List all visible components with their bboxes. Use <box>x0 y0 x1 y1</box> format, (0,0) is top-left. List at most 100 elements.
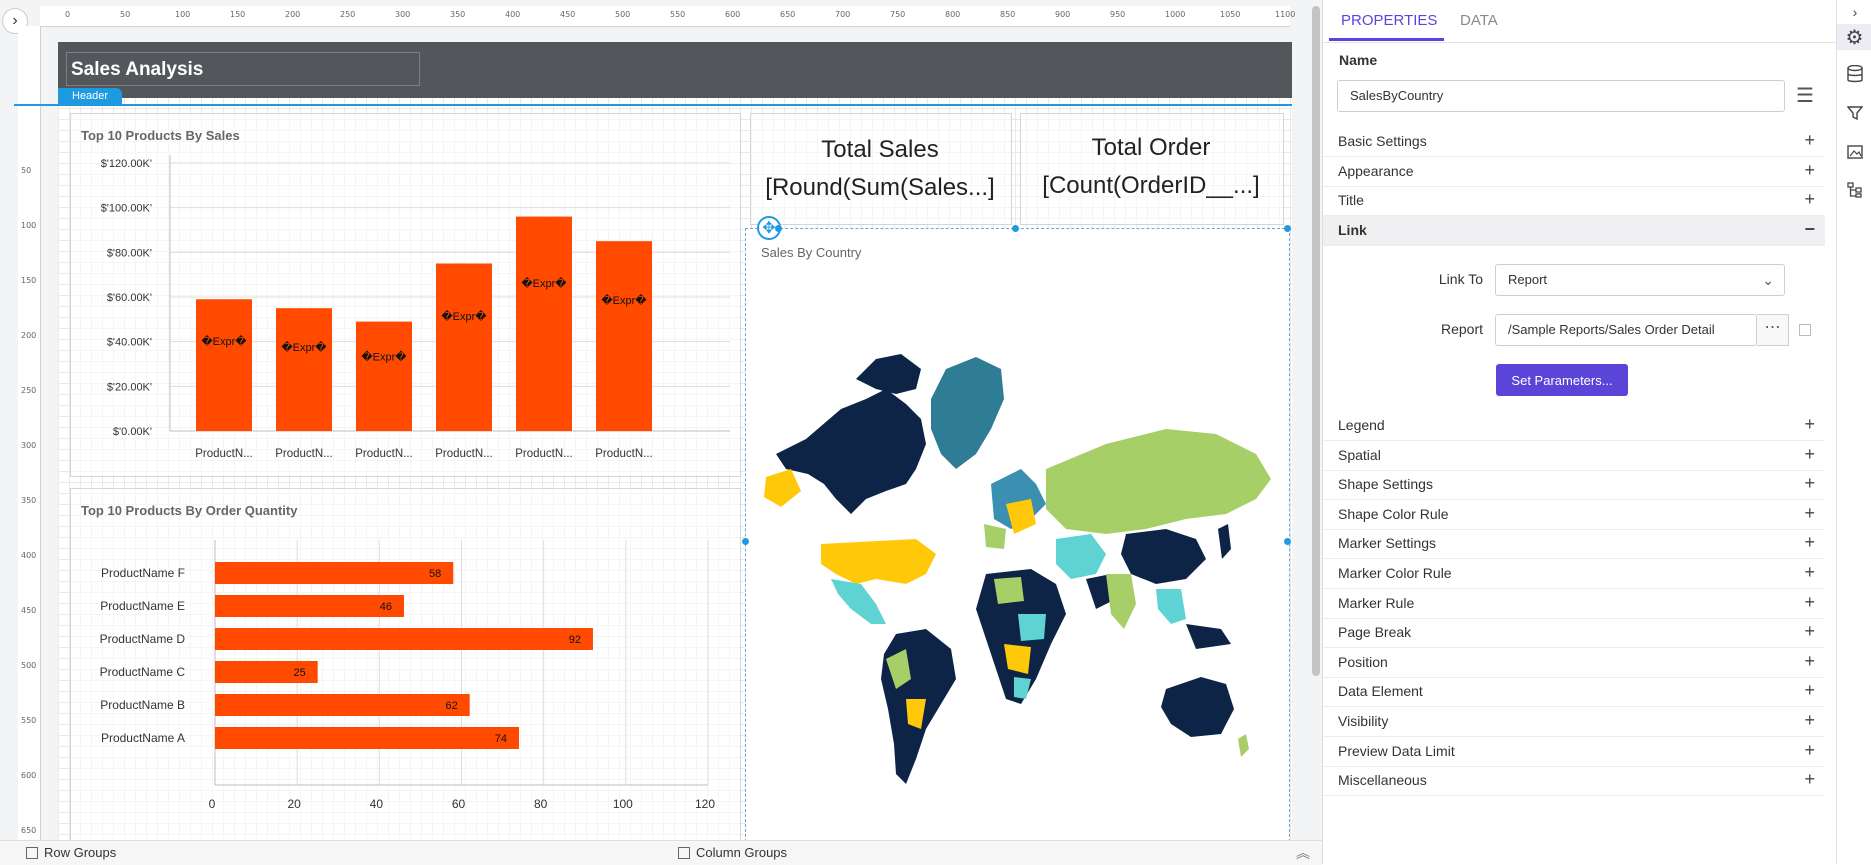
grouping-bar: Row Groups Column Groups ︽ <box>0 840 1322 865</box>
x-tick-label: ProductN... <box>355 448 413 460</box>
bar-data-label: �Expr� <box>441 309 487 323</box>
column-groups-toggle[interactable]: Column Groups <box>678 845 787 860</box>
total-order-panel[interactable] <box>1020 113 1284 225</box>
quantity-bar <box>215 628 593 650</box>
sales-bar-chart[interactable]: $'120.00K' $'100.00K' $'80.00K' $'60.00K' $'… <box>70 113 739 475</box>
section-label: Shape Color Rule <box>1338 505 1449 522</box>
total-sales-title: Total Sales <box>821 136 939 163</box>
sales-bar <box>356 321 412 431</box>
y-tick-label: ProductName D <box>100 632 186 646</box>
row-groups-label: Row Groups <box>44 845 117 860</box>
section-legend[interactable]: Legend + <box>1323 411 1825 441</box>
name-input[interactable]: SalesByCountry <box>1337 80 1785 112</box>
hierarchy-icon[interactable] <box>1843 178 1867 202</box>
expand-icon: + <box>1804 621 1815 642</box>
section-appearance[interactable]: Appearance + <box>1323 157 1825 187</box>
ruler-tick-label: 600 <box>725 10 741 19</box>
section-label: Legend <box>1338 417 1385 433</box>
quantity-bar <box>215 562 454 584</box>
tab-properties[interactable]: PROPERTIES <box>1341 12 1437 29</box>
quantity-bar <box>215 727 520 749</box>
resize-handle-e[interactable] <box>1284 538 1291 545</box>
x-tick-label: ProductN... <box>595 448 653 460</box>
section-shape-settings[interactable]: Shape Settings + <box>1323 470 1825 501</box>
section-spatial[interactable]: Spatial + <box>1323 441 1825 471</box>
report-checkbox[interactable] <box>1799 324 1811 336</box>
section-label: Miscellaneous <box>1338 772 1427 789</box>
ruler-tick-label: 700 <box>835 10 851 19</box>
browse-report-button[interactable]: ⋯ <box>1757 314 1789 346</box>
ruler-tick-label: 1100 <box>1275 10 1296 19</box>
ruler-tick-label: 650 <box>780 10 796 19</box>
section-miscellaneous[interactable]: Miscellaneous + <box>1323 766 1825 797</box>
ruler-tick-label: 500 <box>615 10 631 19</box>
image-settings-icon[interactable] <box>1843 140 1867 164</box>
section-visibility[interactable]: Visibility + <box>1323 707 1825 737</box>
section-title[interactable]: Title + <box>1323 186 1825 217</box>
ruler-tick-label: 850 <box>1000 10 1016 19</box>
resize-handle-w[interactable] <box>742 538 749 545</box>
list-icon[interactable]: ☰ <box>1791 84 1819 108</box>
section-marker-settings[interactable]: Marker Settings + <box>1323 529 1825 560</box>
section-basic-settings[interactable]: Basic Settings + <box>1323 127 1825 157</box>
bar-data-label: �Expr� <box>201 334 247 348</box>
section-data-element[interactable]: Data Element + <box>1323 677 1825 708</box>
filter-icon[interactable] <box>1843 101 1867 125</box>
section-preview-data-limit[interactable]: Preview Data Limit + <box>1323 737 1825 767</box>
row-groups-toggle[interactable]: Row Groups <box>26 845 116 860</box>
tab-data[interactable]: DATA <box>1460 12 1498 29</box>
section-label: Marker Color Rule <box>1338 565 1452 581</box>
sales-by-country-map[interactable]: Sales By Country <box>745 228 1290 840</box>
report-title[interactable]: Sales Analysis <box>66 52 420 86</box>
section-label: Position <box>1338 653 1388 670</box>
chevron-right-icon[interactable]: › <box>1843 0 1867 24</box>
x-tick-label: ProductN... <box>195 448 253 460</box>
column-groups-icon <box>678 846 690 859</box>
quantity-bar-chart[interactable]: 0 20 40 60 80 100 120 58 ProductName F 46 ProductN… <box>70 488 739 840</box>
total-order-value: [Count(OrderID__...] <box>1042 172 1260 199</box>
y-tick-label: ProductName A <box>101 731 185 745</box>
section-link[interactable]: Link − <box>1323 215 1825 246</box>
report-canvas[interactable]: › 0 50 100 150 200 250 300 350 400 450 500 550 600 65… <box>0 0 1322 840</box>
report-path-input[interactable]: /Sample Reports/Sales Order Detail <box>1495 314 1757 346</box>
expand-icon: + <box>1804 189 1815 210</box>
database-icon[interactable] <box>1843 62 1867 86</box>
set-parameters-button[interactable]: Set Parameters... <box>1496 364 1628 396</box>
section-label: Preview Data Limit <box>1338 742 1455 759</box>
gear-icon[interactable]: ⚙ <box>1837 24 1871 50</box>
expand-icon: + <box>1804 532 1815 553</box>
x-tick-label: 100 <box>613 797 633 811</box>
ruler-tick-label: 350 <box>450 10 466 19</box>
bar-data-label: 46 <box>380 601 392 613</box>
bar-data-label: 92 <box>569 634 581 646</box>
section-label: Page Break <box>1338 624 1412 641</box>
properties-panel: PROPERTIES DATA Name SalesByCountry ☰ Ba… <box>1322 0 1837 864</box>
section-position[interactable]: Position + <box>1323 648 1825 678</box>
link-to-select[interactable]: Report ⌄ <box>1495 264 1785 296</box>
header-section-tab[interactable]: Header <box>58 88 122 105</box>
section-page-break[interactable]: Page Break + <box>1323 618 1825 649</box>
ruler-tick-label: 50 <box>21 166 32 175</box>
canvas-vertical-scrollbar[interactable] <box>1312 6 1320 676</box>
section-marker-color-rule[interactable]: Marker Color Rule + <box>1323 559 1825 589</box>
ruler-tick-label: 950 <box>1110 10 1126 19</box>
collapse-groups-icon[interactable]: ︽ <box>1296 843 1310 863</box>
x-tick-label: 0 <box>209 797 216 811</box>
bar-data-label: 74 <box>495 733 507 745</box>
total-sales-panel[interactable] <box>750 113 1012 225</box>
ruler-tick-label: 300 <box>21 441 37 450</box>
ruler-tick-label: 1000 <box>1165 10 1186 19</box>
vertical-ruler: 50 100 150 200 250 300 350 400 450 500 550 600 650 <box>18 26 41 840</box>
sales-bar <box>436 263 492 431</box>
resize-handle-nw[interactable] <box>775 225 782 232</box>
section-shape-color-rule[interactable]: Shape Color Rule + <box>1323 500 1825 530</box>
resize-handle-ne[interactable] <box>1284 225 1291 232</box>
quantity-bar <box>215 595 404 617</box>
y-tick-label: $'20.00K' <box>107 381 152 393</box>
x-tick-label: 60 <box>452 797 466 811</box>
resize-handle-n[interactable] <box>1012 225 1019 232</box>
section-marker-rule[interactable]: Marker Rule + <box>1323 589 1825 619</box>
ruler-tick-label: 900 <box>1055 10 1071 19</box>
expand-icon: + <box>1804 502 1815 523</box>
section-label: Appearance <box>1338 162 1414 179</box>
